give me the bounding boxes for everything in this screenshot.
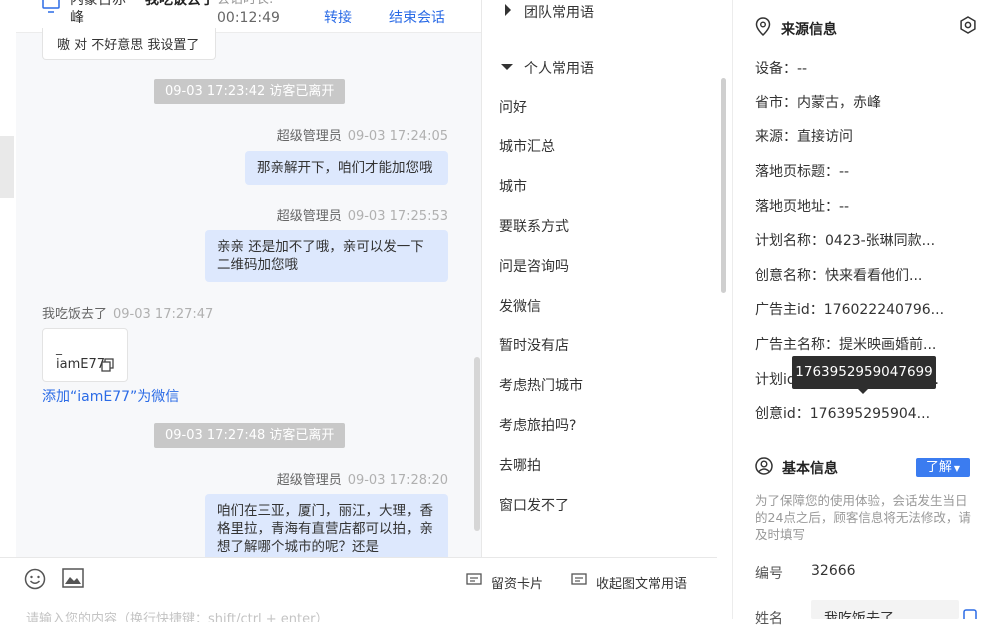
caret-right-icon bbox=[505, 4, 511, 16]
wechat-card[interactable]: _ iamE77 bbox=[42, 328, 128, 382]
lead-card-button[interactable]: 留资卡片 bbox=[491, 573, 543, 592]
info-row-source: 来源：直接访问 bbox=[755, 129, 853, 145]
team-phrases-toggle[interactable]: 团队常用语 bbox=[524, 2, 594, 22]
info-row-advertiser-name: 广告主名称：提米映画婚前... bbox=[755, 337, 937, 353]
phrase-item[interactable]: 窗口发不了 bbox=[499, 495, 569, 515]
message-time: 09-03 17:27:47 bbox=[113, 307, 214, 322]
add-wechat-link[interactable]: 添加“iamE77”为微信 bbox=[42, 386, 179, 406]
info-row-device: 设备：-- bbox=[755, 61, 808, 77]
message-time: 09-03 17:25:53 bbox=[347, 209, 448, 224]
tooltip-arrow bbox=[858, 389, 868, 394]
phrase-item[interactable]: 考虑热门城市 bbox=[499, 375, 583, 395]
chat-panel: 内蒙古赤 峰 我吃饭去了 会话时长: 00:12:49 转接 结束会话 嗷 对 … bbox=[16, 0, 481, 619]
phrase-item-selected[interactable]: 暂时没有店 bbox=[499, 335, 569, 355]
message-bubble: 嗷 对 不好意思 我设置了 bbox=[42, 28, 216, 60]
edit-icon[interactable] bbox=[963, 609, 977, 619]
phrase-item[interactable]: 问好 bbox=[499, 97, 527, 117]
smile-icon[interactable] bbox=[24, 568, 46, 590]
input-placeholder: 请输入您的内容（换行快捷键：shift/ctrl + enter） bbox=[26, 612, 329, 622]
left-edge-panel bbox=[0, 0, 17, 619]
phrase-item[interactable]: 城市 bbox=[499, 176, 527, 196]
message-meta: 超级管理员 09-03 17:25:53 bbox=[277, 205, 448, 224]
system-notice: 09-03 17:27:48 访客已离开 bbox=[154, 423, 346, 448]
name-input[interactable]: 我吃饭去了 bbox=[811, 600, 959, 619]
message-time: 09-03 17:24:05 bbox=[347, 129, 448, 144]
message-meta: 我吃饭去了 09-03 17:27:47 bbox=[42, 303, 213, 322]
info-row-creative-id: 创意id：176395295904... bbox=[755, 406, 931, 422]
phrase-item[interactable]: 城市汇总 bbox=[499, 136, 555, 156]
phrases-scrollbar[interactable] bbox=[721, 78, 726, 293]
learn-more-label: 了解 bbox=[925, 460, 952, 475]
edit-notice: 为了保障您的使用体验，会话发生当日的24点之后，顾客信息将无法修改，请及时填写 bbox=[755, 493, 971, 542]
settings-icon[interactable] bbox=[959, 16, 977, 34]
phrase-item[interactable]: 发微信 bbox=[499, 296, 541, 316]
info-row-creative-name: 创意名称：快来看看他们... bbox=[755, 268, 923, 284]
phrase-item[interactable]: 去哪拍 bbox=[499, 455, 541, 475]
phrase-item[interactable]: 考虑旅拍吗? bbox=[499, 415, 576, 435]
info-row-plan-name: 计划名称：0423-张琳同款... bbox=[755, 233, 936, 249]
system-notice: 09-03 17:23:42 访客已离开 bbox=[154, 79, 346, 104]
info-panel: 来源信息 设备：-- 省市：内蒙古，赤峰 来源：直接访问 落地页标题：-- 落地… bbox=[732, 0, 981, 627]
card-icon bbox=[466, 573, 482, 585]
info-row-landing-url: 落地页地址：-- bbox=[755, 199, 850, 215]
left-panel-tab[interactable] bbox=[0, 136, 14, 198]
message-time: 09-03 17:28:20 bbox=[347, 473, 448, 488]
id-value: 32666 bbox=[811, 563, 856, 579]
name-value: 我吃饭去了 bbox=[824, 611, 894, 619]
wechat-id: iamE77 bbox=[56, 357, 105, 372]
message-bubble: 咱们在三亚，厦门，丽江，大理，香格里拉，青海有直营店都可以拍，亲想了解哪个城市的… bbox=[205, 494, 448, 557]
dropdown-caret-icon: ▼ bbox=[953, 464, 961, 473]
image-icon[interactable] bbox=[62, 568, 84, 588]
message-input[interactable]: 请输入您的内容（换行快捷键：shift/ctrl + enter） bbox=[26, 608, 706, 622]
message-bubble: 亲亲 还是加不了哦，亲可以发一下二维码加您哦 bbox=[205, 230, 448, 282]
sender-name: 超级管理员 bbox=[276, 129, 342, 144]
info-row-advertiser-id: 广告主id：176022240796... bbox=[755, 302, 945, 318]
message-meta: 超级管理员 09-03 17:28:20 bbox=[277, 469, 448, 488]
location-icon bbox=[755, 17, 771, 36]
info-row-region: 省市：内蒙古，赤峰 bbox=[755, 95, 881, 111]
info-row-landing-title: 落地页标题：-- bbox=[755, 164, 850, 180]
card-dash: _ bbox=[56, 341, 62, 355]
basic-info-title: 基本信息 bbox=[782, 461, 838, 477]
chat-scrollbar[interactable] bbox=[474, 357, 480, 531]
source-info-title: 来源信息 bbox=[781, 22, 837, 38]
phrases-panel: 团队常用语 个人常用语 问好 城市汇总 城市 要联系方式 问是咨询吗 发微信 暂… bbox=[481, 0, 733, 557]
name-label: 姓名 bbox=[755, 611, 783, 627]
id-label: 编号 bbox=[755, 566, 783, 582]
message-meta: 超级管理员 09-03 17:24:05 bbox=[277, 125, 448, 144]
end-session-button[interactable]: 结束会话 bbox=[389, 9, 445, 27]
collapse-phrases-button[interactable]: 收起图文常用语 bbox=[596, 573, 687, 592]
user-icon bbox=[755, 457, 773, 475]
visitor-region-line2: 峰 bbox=[70, 10, 84, 26]
copy-icon[interactable] bbox=[101, 358, 115, 372]
monitor-icon bbox=[42, 0, 60, 13]
visitor-name: 我吃饭去了 bbox=[145, 0, 215, 8]
message-bubble: 那亲解开下，咱们才能加您哦 bbox=[245, 151, 448, 185]
id-tooltip: 1763952959047699 bbox=[792, 356, 936, 389]
personal-phrases-toggle[interactable]: 个人常用语 bbox=[524, 58, 594, 78]
collapse-icon bbox=[571, 573, 587, 585]
transfer-button[interactable]: 转接 bbox=[324, 9, 352, 27]
phrase-item[interactable]: 要联系方式 bbox=[499, 216, 569, 236]
sender-name: 超级管理员 bbox=[276, 209, 342, 224]
duration-label: 会话时长: bbox=[217, 0, 273, 9]
sender-name: 我吃饭去了 bbox=[42, 307, 108, 322]
input-area: 留资卡片 收起图文常用语 请输入您的内容（换行快捷键：shift/ctrl + … bbox=[0, 557, 717, 622]
phrase-item[interactable]: 问是咨询吗 bbox=[499, 256, 569, 276]
learn-more-button[interactable]: 了解 ▼ bbox=[916, 458, 970, 477]
caret-down-icon bbox=[501, 64, 513, 70]
sender-name: 超级管理员 bbox=[276, 473, 342, 488]
session-duration: 00:12:49 bbox=[217, 10, 280, 26]
visitor-region-line1: 内蒙古赤 bbox=[70, 0, 126, 8]
